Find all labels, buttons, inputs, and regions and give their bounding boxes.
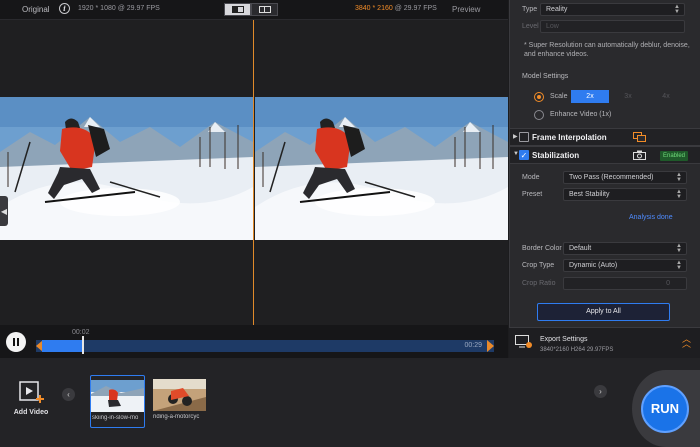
export-settings[interactable]: Export Settings 3840*2160 H264 29.97FPS … [509,327,700,358]
side-by-side-view-button[interactable] [251,3,278,16]
scale-options: 2x 3x 4x [571,90,685,103]
preset-select[interactable]: Best Stability ▲ ▼ [563,188,687,201]
preview-frame [255,97,508,240]
frame-interpolation-title: Frame Interpolation [532,133,607,142]
enabled-badge: Enabled [660,151,688,161]
timeline-progress [42,340,82,352]
border-color-select[interactable]: Default ▲ ▼ [563,242,687,255]
expand-up-icon[interactable]: ︿ ︿ [682,335,691,349]
output-info: 3840 * 2160 @ 29.97 FPS [355,5,437,12]
apply-to-all-button[interactable]: Apply to All [537,303,670,321]
type-select[interactable]: Reality ▲ ▼ [540,3,685,16]
current-timecode: 00:02 [72,329,90,336]
video-preview: ◀ [0,20,508,325]
crop-ratio-slider[interactable]: 0 [563,277,687,290]
enhance-radio[interactable] [534,110,544,120]
add-video-label: Add Video [13,409,49,416]
side-by-side-icon [258,6,271,13]
border-color-value: Default [569,245,592,252]
model-settings-label: Model Settings [522,73,569,80]
super-resolution-note: * Super Resolution can automatically deb… [524,42,690,58]
camera-icon [633,150,646,160]
thumbnail-image [91,380,144,412]
playhead[interactable] [82,336,84,354]
timeline-track[interactable]: 00:29 [36,336,494,354]
preset-value: Best Stability [569,191,610,198]
skier-image-original [0,97,253,240]
scale-label: Scale [550,93,568,100]
pause-button[interactable] [6,332,26,352]
split-view-icon [231,6,244,13]
stabilization-section[interactable]: ▼ ✓ Stabilization Enabled [510,146,700,164]
level-label: Level [522,23,539,30]
trim-end-handle[interactable] [487,340,494,352]
export-settings-details: 3840*2160 H264 29.97FPS [540,347,614,353]
preset-label: Preset [522,191,543,198]
video-thumbnail[interactable]: skiing-in-slow-mo [90,375,145,428]
border-color-label: Border Color [522,245,562,252]
expand-triangle-icon: ▶ [513,134,518,140]
preview-topbar: Original i 1920 * 1080 @ 29.97 FPS 3840 … [0,0,508,20]
video-thumbnail[interactable]: riding-a-motorcyc [152,375,207,428]
view-mode-toggle [224,3,278,16]
output-resolution: 3840 * 2160 [355,5,393,12]
split-view-button[interactable] [224,3,251,16]
info-icon[interactable]: i [59,3,70,14]
scale-4x-button[interactable]: 4x [647,90,685,103]
collapse-left-handle[interactable]: ◀ [0,196,8,226]
stabilization-title: Stabilization [532,151,580,160]
type-value: Reality [546,6,568,13]
select-arrows-icon: ▲ ▼ [676,189,682,200]
crop-type-label: Crop Type [522,262,555,269]
source-info: 1920 * 1080 @ 29.97 FPS [78,5,160,12]
crop-ratio-value: 0 [666,280,670,287]
output-fps: @ 29.97 FPS [392,5,437,12]
original-label: Original [22,5,50,14]
crop-ratio-label: Crop Ratio [522,280,556,287]
level-value: Low [546,23,559,30]
add-video-icon [19,381,44,403]
original-frame [0,97,253,240]
select-arrows-icon: ▲ ▼ [676,260,682,271]
frame-interpolation-section[interactable]: ▶ Frame Interpolation [510,128,700,146]
scroll-left-button[interactable]: ‹ [62,388,75,401]
level-select[interactable]: Low [540,20,685,33]
end-timecode: 00:29 [464,342,482,349]
scale-2x-button[interactable]: 2x [571,90,609,103]
chevron-left-icon: ‹ [67,390,70,399]
preview-label: Preview [452,5,481,14]
export-settings-title: Export Settings [540,336,588,343]
export-settings-icon [515,335,532,348]
pause-icon [13,338,15,346]
scroll-right-button[interactable]: › [594,385,607,398]
thumbnail-image [153,379,206,411]
scale-3x-button[interactable]: 3x [609,90,647,103]
skier-image-preview [255,97,508,240]
frame-interpolation-checkbox[interactable] [519,132,529,142]
add-video-button[interactable]: Add Video [13,380,49,416]
select-arrows-icon: ▲ ▼ [676,243,682,254]
thumbnail-name: riding-a-motorcyc [153,414,200,420]
analysis-status: Analysis done [629,214,673,221]
thumbnail-name: skiing-in-slow-mo [92,415,139,421]
select-arrows-icon: ▲ ▼ [674,4,680,15]
scale-radio[interactable] [534,92,544,102]
type-label: Type [522,6,538,13]
chevron-left-icon: ◀ [0,206,8,216]
crop-type-select[interactable]: Dynamic (Auto) ▲ ▼ [563,259,687,272]
enhance-video-label: Enhance Video (1x) [550,111,612,118]
mode-value: Two Pass (Recommended) [569,174,654,181]
frames-icon [633,132,646,142]
mode-select[interactable]: Two Pass (Recommended) ▲ ▼ [563,171,687,184]
select-arrows-icon: ▲ ▼ [676,172,682,183]
mode-label: Mode [522,174,540,181]
compare-split-handle[interactable] [253,20,254,325]
run-button[interactable]: RUN [641,385,689,433]
chevron-right-icon: › [599,387,602,396]
settings-panel: Type Reality ▲ ▼ Level Low * Super Resolut… [509,0,700,358]
crop-type-value: Dynamic (Auto) [569,262,618,269]
stabilization-checkbox[interactable]: ✓ [519,150,529,160]
